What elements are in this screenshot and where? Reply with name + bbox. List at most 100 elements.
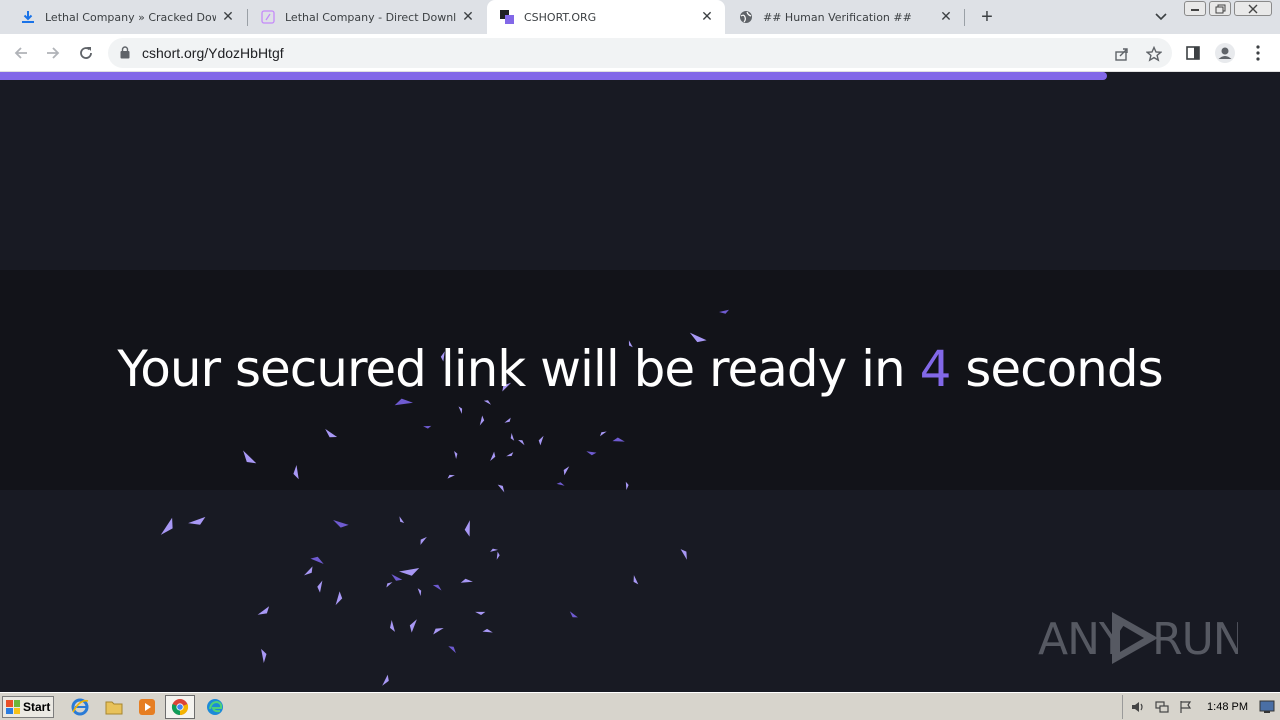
particle (394, 398, 413, 406)
particle (600, 431, 607, 437)
particle (409, 619, 417, 633)
system-clock[interactable]: 1:48 PM (1207, 701, 1248, 713)
taskbar: Start 1:48 PM (0, 692, 1280, 720)
start-label: Start (23, 700, 51, 714)
particle (399, 516, 405, 523)
tab-title: ## Human Verification ## (763, 10, 912, 24)
particle (680, 549, 687, 560)
tab-strip: Lethal Company » Cracked Download ✕ Leth… (0, 0, 1280, 34)
particle (382, 674, 389, 686)
tab-lethal-company-direct[interactable]: Lethal Company - Direct Download (F ✕ (248, 0, 486, 34)
particle (496, 551, 500, 560)
forward-button[interactable] (40, 40, 66, 66)
particle (243, 450, 257, 464)
minimize-button[interactable] (1184, 1, 1206, 16)
countdown-number: 4 (919, 340, 952, 398)
particle (317, 580, 323, 593)
volume-icon[interactable] (1129, 698, 1147, 716)
particle (188, 516, 206, 525)
particle (310, 556, 324, 564)
close-tab-icon[interactable]: ✕ (695, 5, 719, 29)
cshort-icon (499, 9, 515, 25)
tab-separator (964, 9, 965, 26)
headline-prefix: Your secured link will be ready in (117, 340, 920, 398)
lock-icon (120, 46, 130, 64)
address-bar[interactable]: cshort.org/YdozHbHtgf (108, 38, 1172, 68)
browser-toolbar: cshort.org/YdozHbHtgf (0, 34, 1280, 72)
particle (518, 440, 525, 446)
particle (257, 606, 270, 615)
tab-cshort[interactable]: CSHORT.ORG ✕ (487, 0, 725, 34)
close-window-button[interactable] (1234, 1, 1272, 16)
particle (391, 574, 403, 581)
chrome-icon (171, 699, 189, 716)
particle (490, 548, 498, 552)
headline-suffix: seconds (950, 340, 1163, 398)
edge-icon[interactable] (205, 697, 225, 717)
globe-icon (738, 9, 754, 25)
particle (390, 620, 395, 632)
svg-text:RUN: RUN (1152, 614, 1238, 665)
particle (433, 628, 444, 635)
particle (504, 417, 511, 423)
show-desktop-icon[interactable] (1258, 698, 1276, 716)
chrome-taskbar-button[interactable] (165, 695, 195, 719)
windows-logo-icon (6, 700, 20, 714)
restore-button[interactable] (1209, 1, 1231, 16)
particle (399, 568, 420, 576)
particle (423, 425, 432, 429)
internet-explorer-icon[interactable] (70, 697, 90, 717)
network-icon[interactable] (1153, 698, 1171, 716)
share-icon[interactable] (1112, 44, 1132, 64)
tab-search-chevron-icon[interactable] (1150, 6, 1172, 28)
particle (304, 566, 313, 576)
particle (333, 520, 349, 528)
reload-button[interactable] (73, 40, 99, 66)
anyrun-logo-icon: ANY RUN (1038, 612, 1238, 665)
particle (490, 451, 496, 461)
particle (556, 482, 565, 486)
bookmark-star-icon[interactable] (1144, 44, 1164, 64)
particle (563, 466, 570, 476)
particle (386, 582, 393, 588)
particle (460, 578, 473, 583)
particle (420, 536, 427, 545)
countdown-headline: Your secured link will be ready in 4 sec… (0, 340, 1280, 398)
start-button[interactable]: Start (2, 696, 54, 718)
action-center-flag-icon[interactable] (1177, 698, 1195, 716)
media-player-icon[interactable] (137, 697, 157, 717)
close-tab-icon[interactable]: ✕ (934, 5, 958, 29)
tab-title: Lethal Company - Direct Download (F (285, 10, 456, 24)
particle (479, 415, 485, 426)
particle (417, 588, 422, 596)
particle (497, 484, 505, 493)
particle (483, 400, 491, 405)
particle (569, 611, 578, 618)
back-button[interactable] (8, 40, 34, 66)
url-text: cshort.org/YdozHbHtgf (142, 45, 284, 61)
particle (475, 611, 486, 615)
particle (293, 465, 299, 480)
file-explorer-icon[interactable] (104, 697, 124, 717)
side-panel-icon[interactable] (1180, 40, 1206, 66)
tab-title: CSHORT.ORG (524, 10, 597, 24)
page-icon (260, 9, 276, 25)
tab-human-verification[interactable]: ## Human Verification ## ✕ (726, 0, 964, 34)
particle (719, 309, 729, 314)
menu-dots-icon[interactable] (1245, 40, 1271, 66)
tab-lethal-company-cracked[interactable]: Lethal Company » Cracked Download ✕ (8, 0, 246, 34)
particle (464, 520, 470, 537)
particle (447, 474, 455, 479)
particle (261, 648, 267, 663)
tab-title: Lethal Company » Cracked Download (45, 10, 216, 24)
particle (633, 575, 639, 585)
particle (510, 433, 515, 441)
particle (612, 437, 625, 442)
close-tab-icon[interactable]: ✕ (216, 5, 240, 29)
new-tab-button[interactable]: + (975, 5, 999, 29)
profile-avatar-icon[interactable] (1212, 40, 1238, 66)
particle (160, 517, 173, 535)
particle (448, 646, 456, 654)
close-tab-icon[interactable]: ✕ (456, 5, 480, 29)
particle (458, 406, 463, 414)
